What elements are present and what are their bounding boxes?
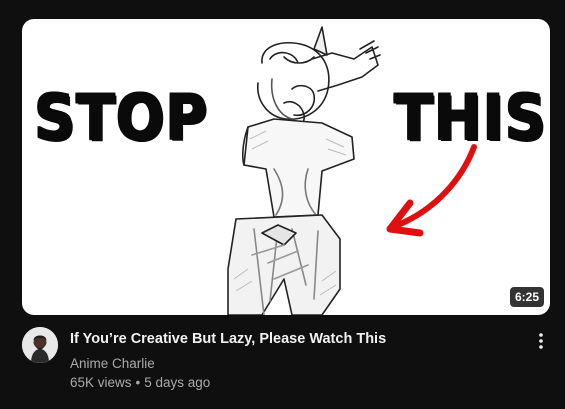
video-title[interactable]: If You’re Creative But Lazy, Please Watc… bbox=[70, 330, 510, 348]
duration-badge: 6:25 bbox=[509, 287, 544, 307]
view-count: 65K views bbox=[70, 375, 132, 390]
upload-age: 5 days ago bbox=[144, 375, 211, 390]
red-arrow-icon bbox=[386, 144, 477, 237]
video-thumbnail[interactable]: STOP THIS 6:25 bbox=[22, 19, 550, 315]
meta-separator: • bbox=[135, 375, 141, 390]
channel-name[interactable]: Anime Charlie bbox=[70, 355, 155, 373]
video-metadata: 65K views • 5 days ago bbox=[70, 374, 210, 392]
thumbnail-text-this: THIS bbox=[394, 81, 547, 154]
thumbnail-illustration bbox=[227, 26, 477, 315]
avatar-portrait-icon bbox=[22, 327, 58, 363]
video-card: STOP THIS 6:25 If You’re Creative But La… bbox=[0, 0, 565, 409]
thumbnail-text-stop: STOP bbox=[34, 81, 208, 154]
more-options-button[interactable] bbox=[530, 330, 552, 352]
channel-avatar[interactable] bbox=[22, 327, 58, 363]
more-vert-icon bbox=[539, 333, 543, 349]
